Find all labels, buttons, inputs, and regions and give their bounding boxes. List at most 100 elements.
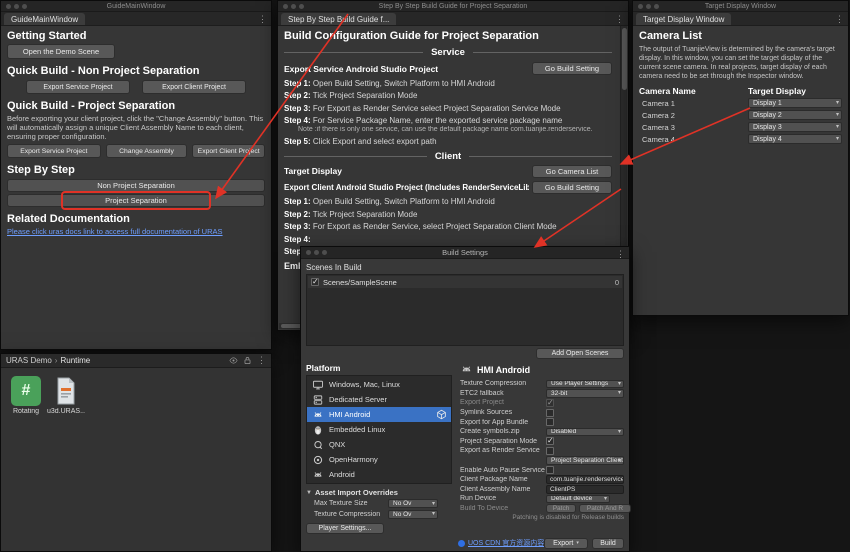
platform-embedded-linux[interactable]: Embedded Linux (307, 422, 451, 437)
target-tabstrip: Target Display Window ⋮ (633, 12, 848, 26)
asset-item-rotating[interactable]: # Rotating (7, 376, 45, 415)
go-build-setting-button-client[interactable]: Go Build Setting (532, 180, 612, 194)
export-service-project-button[interactable]: Export Service Project (26, 80, 130, 94)
menu-icon[interactable]: ⋮ (616, 249, 625, 259)
project-separation-mode-checkbox[interactable] (546, 436, 554, 446)
platform-openharmony[interactable]: OpenHarmony (307, 452, 451, 467)
target-display-select-3[interactable]: Display 3 (748, 122, 842, 132)
asset-import-overrides-foldout[interactable]: ▼ Asset Import Overrides (306, 488, 452, 497)
client-assembly-name-field[interactable]: ClientPS (546, 485, 624, 494)
build-settings-content: Scenes In Build Scenes/SampleScene 0 Add… (301, 259, 631, 551)
scene-row[interactable]: Scenes/SampleScene 0 (308, 276, 622, 288)
android-icon (311, 469, 324, 481)
platform-qnx[interactable]: QNX (307, 437, 451, 452)
close-button[interactable] (306, 250, 311, 255)
setting-client-package-name: Client Package Name com.tuanjie.renderse… (460, 475, 624, 485)
target-display-select-1[interactable]: Display 1 (748, 98, 842, 108)
project-browser-header: URAS Demo › Runtime ⋮ (1, 354, 271, 368)
minimize-button[interactable] (314, 250, 319, 255)
non-project-separation-button[interactable]: Non Project Separation (7, 179, 265, 192)
scrollbar-thumb[interactable] (622, 28, 627, 90)
window-controls (283, 4, 304, 9)
pane-menu-icon[interactable]: ⋮ (615, 14, 624, 24)
minimize-button[interactable] (646, 4, 651, 9)
setting-client-assembly-name: Client Assembly Name ClientPS (460, 485, 624, 495)
etc2-fallback-select[interactable]: 32-bit (546, 389, 624, 398)
platform-hmi-android[interactable]: HMI Android (307, 407, 451, 422)
breadcrumb-root[interactable]: URAS Demo (6, 356, 52, 365)
add-open-scenes-button[interactable]: Add Open Scenes (536, 348, 624, 359)
getting-started-heading: Getting Started (7, 30, 87, 42)
pane-menu-icon[interactable]: ⋮ (835, 14, 844, 24)
lock-icon[interactable] (243, 356, 252, 365)
step-label: Step 3: (284, 222, 311, 231)
steps-tabstrip: Step By Step Build Guide f... ⋮ (278, 12, 628, 26)
pane-menu-icon[interactable]: ⋮ (258, 14, 267, 24)
minimize-button[interactable] (14, 4, 19, 9)
player-settings-button[interactable]: Player Settings... (306, 522, 384, 534)
camera-name: Camera 4 (642, 134, 675, 144)
zoom-button[interactable] (299, 4, 304, 9)
platform-dedicated-server[interactable]: Dedicated Server (307, 392, 451, 407)
zoom-button[interactable] (22, 4, 27, 9)
max-texture-size-row: Max Texture Size No Ov (306, 499, 452, 508)
create-symbols-select[interactable]: Disabled (546, 427, 624, 437)
export-as-render-service-checkbox[interactable] (546, 446, 554, 455)
export-app-bundle-checkbox[interactable] (546, 418, 554, 427)
step-text: Click Export and select export path (312, 136, 437, 146)
ps-export-service-button[interactable]: Export Service Project (7, 144, 101, 158)
scene-checkbox[interactable] (311, 277, 319, 286)
close-button[interactable] (638, 4, 643, 9)
step-label: Step 2: (284, 209, 311, 219)
ps-export-client-button[interactable]: Export Client Project (192, 144, 265, 158)
go-camera-list-button[interactable]: Go Camera List (532, 164, 612, 178)
step-text: Open Build Setting, Switch Platform to H… (312, 78, 495, 88)
close-button[interactable] (6, 4, 11, 9)
tab-target-display-window[interactable]: Target Display Window (636, 13, 732, 25)
uras-docs-link[interactable]: Please click uras docs link to access fu… (7, 227, 223, 236)
run-device-select[interactable]: Default device (546, 494, 610, 504)
max-texture-size-select[interactable]: No Ov (388, 499, 438, 508)
uos-cdn-link[interactable]: UOS CDN 官方资源内容分发,提速降本 (458, 538, 544, 548)
texture-compression-override-select[interactable]: No Ov (388, 509, 438, 519)
build-button[interactable]: Build (592, 537, 624, 549)
export-client-project-heading: Export Client Android Studio Project (In… (284, 182, 529, 192)
export-button[interactable]: Export ▾ (544, 537, 588, 549)
change-assembly-button[interactable]: Change Assembly (105, 144, 188, 158)
symlink-sources-checkbox[interactable] (546, 408, 554, 417)
close-button[interactable] (283, 4, 288, 9)
minimize-button[interactable] (291, 4, 296, 9)
monitor-icon (311, 379, 324, 391)
zoom-button[interactable] (654, 4, 659, 9)
client-step-3: Step 3: For Export as Render Service, se… (284, 222, 612, 231)
tab-guide-main-window[interactable]: GuideMainWindow (4, 13, 86, 25)
steps-window-title: Step By Step Build Guide for Project Sep… (378, 2, 528, 10)
open-demo-scene-button[interactable]: Open the Demo Scene (7, 44, 115, 59)
zoom-button[interactable] (322, 250, 327, 255)
patch-button[interactable]: Patch (546, 504, 576, 514)
export-project-checkbox[interactable] (546, 398, 554, 407)
window-controls (306, 250, 327, 255)
visibility-icon[interactable] (229, 356, 238, 365)
export-client-project-button[interactable]: Export Client Project (142, 80, 246, 94)
step-text: For Service Package Name, enter the expo… (312, 116, 563, 125)
asset-item-u3d-uras[interactable]: u3d.URAS... (47, 376, 85, 415)
breadcrumb-current[interactable]: Runtime (60, 356, 90, 365)
step-label: Step 2: (284, 91, 311, 100)
menu-icon[interactable]: ⋮ (257, 356, 266, 365)
breadcrumb-arrow-icon: › (54, 356, 58, 365)
texture-compression-select[interactable]: Use Player Settings (546, 379, 624, 389)
target-display-select-2[interactable]: Display 2 (748, 110, 842, 120)
platform-android[interactable]: Android (307, 467, 451, 482)
camera-list-heading: Camera List (639, 30, 702, 42)
client-package-name-field[interactable]: com.tuanjie.renderserviceclient (546, 475, 624, 484)
go-build-setting-button-service[interactable]: Go Build Setting (532, 62, 612, 75)
patch-and-run-button[interactable]: Patch And R (579, 504, 631, 514)
target-display-select-4[interactable]: Display 4 (748, 134, 842, 144)
setting-label: Create symbols.zip (460, 428, 520, 436)
platform-windows-mac-linux[interactable]: Windows, Mac, Linux (307, 377, 451, 392)
enable-auto-pause-checkbox[interactable] (546, 466, 554, 475)
tab-step-by-step-guide[interactable]: Step By Step Build Guide f... (281, 13, 397, 25)
project-separation-button[interactable]: Project Separation (7, 194, 265, 207)
project-separation-mode-select[interactable]: Project Separation Client Mode (546, 456, 624, 465)
